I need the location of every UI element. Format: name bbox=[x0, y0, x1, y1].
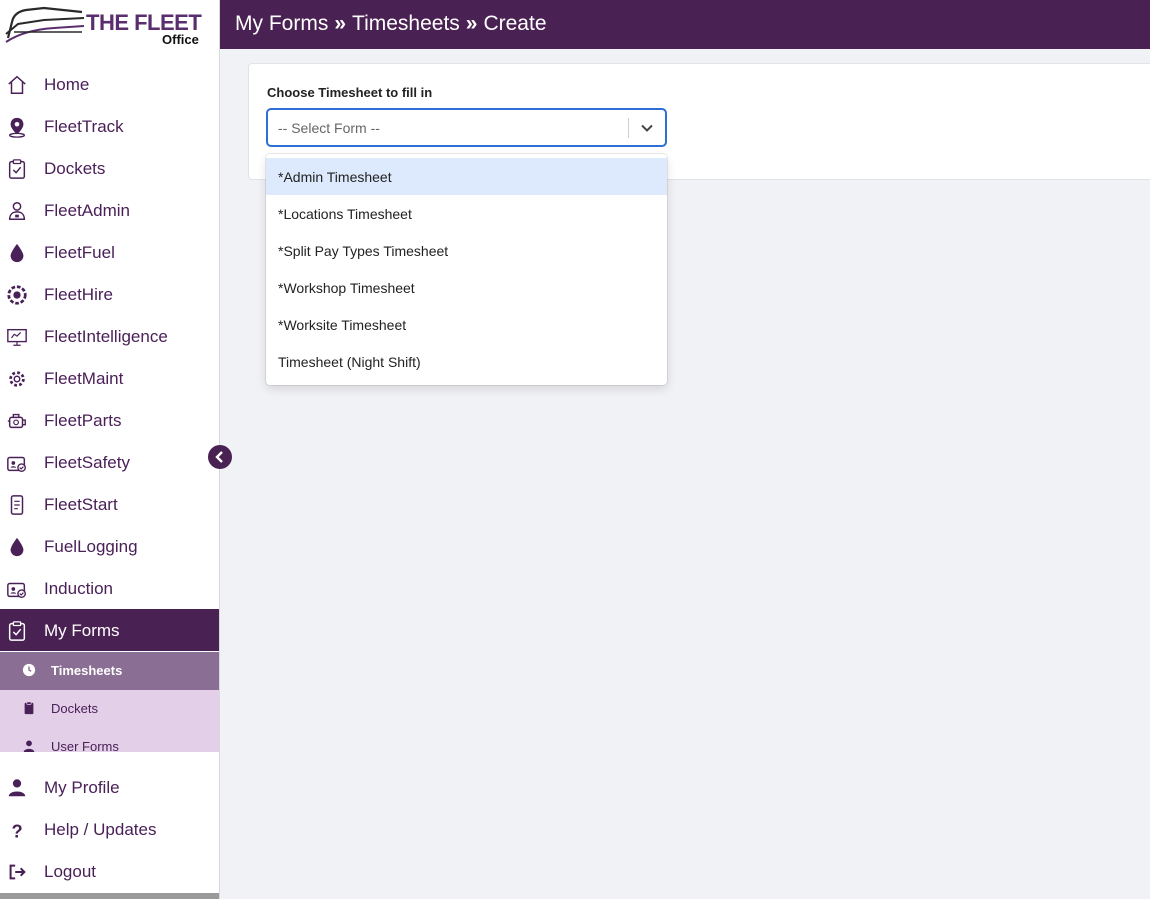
sidebar-item-fuellogging[interactable]: FuelLogging bbox=[0, 525, 219, 567]
clipboard-icon bbox=[24, 701, 34, 715]
truck-logo-icon bbox=[5, 6, 85, 43]
sidebar-item-label: FleetFuel bbox=[44, 243, 115, 262]
logo[interactable]: THE FLEET Office bbox=[0, 0, 219, 55]
dropdown-option[interactable]: *Worksite Timesheet bbox=[266, 306, 667, 343]
sidebar: THE FLEET Office Home FleetTrack Dockets… bbox=[0, 0, 220, 899]
sidebar-item-help-updates[interactable]: ? Help / Updates bbox=[0, 808, 219, 850]
chevron-left-icon bbox=[215, 451, 223, 463]
sidebar-footer-bar bbox=[0, 893, 219, 899]
sidebar-item-my-forms[interactable]: My Forms bbox=[0, 609, 219, 651]
breadcrumb: My Forms» Timesheets» Create bbox=[235, 12, 547, 36]
submenu-item-label: Dockets bbox=[51, 701, 98, 716]
user-icon bbox=[8, 779, 26, 797]
submenu-item-timesheets[interactable]: Timesheets bbox=[0, 652, 219, 690]
sidebar-item-logout[interactable]: Logout bbox=[0, 850, 219, 892]
sidebar-item-label: FleetSafety bbox=[44, 453, 130, 472]
sidebar-collapse-button[interactable] bbox=[208, 445, 232, 469]
submenu-item-label: User Forms bbox=[51, 739, 119, 752]
fuel-drop-icon bbox=[10, 537, 24, 557]
sidebar-item-label: FleetHire bbox=[44, 285, 113, 304]
gear-icon bbox=[9, 371, 25, 387]
breadcrumb-separator: » bbox=[334, 12, 347, 35]
sidebar-item-label: Dockets bbox=[44, 159, 106, 178]
main-nav: Home FleetTrack Dockets FleetAdmin Fleet… bbox=[0, 63, 219, 651]
sidebar-item-label: FleetStart bbox=[44, 495, 118, 514]
sidebar-item-fleetadmin[interactable]: FleetAdmin bbox=[0, 189, 219, 231]
logout-icon bbox=[9, 864, 26, 880]
sidebar-item-label: FleetAdmin bbox=[44, 201, 130, 220]
breadcrumb-timesheets[interactable]: Timesheets bbox=[352, 12, 460, 35]
phone-checklist-icon bbox=[10, 495, 24, 515]
clock-icon bbox=[22, 663, 36, 677]
sidebar-item-fleethire[interactable]: FleetHire bbox=[0, 273, 219, 315]
user-admin-icon bbox=[8, 202, 26, 220]
user-icon bbox=[23, 740, 35, 752]
sidebar-item-label: My Profile bbox=[44, 778, 120, 797]
clipboard-check-icon bbox=[8, 159, 26, 179]
engine-icon bbox=[7, 413, 26, 429]
breadcrumb-my-forms[interactable]: My Forms bbox=[235, 12, 328, 35]
submenu-item-user-forms[interactable]: User Forms bbox=[0, 728, 219, 752]
fuel-drop-icon bbox=[10, 243, 24, 263]
hire-badge-icon bbox=[7, 285, 27, 305]
timesheet-dropdown-menu: *Admin Timesheet *Locations Timesheet *S… bbox=[266, 154, 667, 385]
sidebar-item-label: Help / Updates bbox=[44, 820, 157, 839]
clipboard-check-icon bbox=[8, 621, 26, 641]
timesheet-field-label: Choose Timesheet to fill in bbox=[267, 85, 433, 100]
dropdown-option[interactable]: *Split Pay Types Timesheet bbox=[266, 232, 667, 269]
sidebar-item-label: Induction bbox=[44, 579, 113, 598]
sidebar-item-my-profile[interactable]: My Profile bbox=[0, 766, 219, 808]
sidebar-item-fleetmaint[interactable]: FleetMaint bbox=[0, 357, 219, 399]
sidebar-item-label: Home bbox=[44, 75, 90, 94]
select-placeholder: -- Select Form -- bbox=[278, 120, 380, 136]
sidebar-item-fleetparts[interactable]: FleetParts bbox=[0, 399, 219, 441]
sidebar-item-label: FleetTrack bbox=[44, 117, 124, 136]
select-divider bbox=[628, 118, 629, 138]
sidebar-item-fleetfuel[interactable]: FleetFuel bbox=[0, 231, 219, 273]
sidebar-item-label: My Forms bbox=[44, 621, 120, 640]
sidebar-item-dockets[interactable]: Dockets bbox=[0, 147, 219, 189]
timesheet-select[interactable]: -- Select Form -- bbox=[266, 108, 667, 147]
sidebar-item-fleettrack[interactable]: FleetTrack bbox=[0, 105, 219, 147]
breadcrumb-separator: » bbox=[465, 12, 478, 35]
submenu-item-label: Timesheets bbox=[51, 663, 123, 678]
submenu-item-dockets[interactable]: Dockets bbox=[0, 690, 219, 728]
breadcrumb-create: Create bbox=[483, 12, 547, 35]
dropdown-option[interactable]: *Admin Timesheet bbox=[266, 158, 667, 195]
question-icon: ? bbox=[12, 820, 23, 841]
dropdown-option[interactable]: *Workshop Timesheet bbox=[266, 269, 667, 306]
location-pin-icon bbox=[9, 117, 25, 138]
sidebar-item-label: FleetParts bbox=[44, 411, 122, 430]
sidebar-item-home[interactable]: Home bbox=[0, 63, 219, 105]
id-card-icon bbox=[7, 582, 26, 598]
sidebar-item-label: FleetIntelligence bbox=[44, 327, 168, 346]
sidebar-item-label: FuelLogging bbox=[44, 537, 138, 556]
dropdown-option[interactable]: *Locations Timesheet bbox=[266, 195, 667, 232]
chevron-down-icon[interactable] bbox=[640, 121, 654, 135]
sidebar-item-induction[interactable]: Induction bbox=[0, 567, 219, 609]
sidebar-item-fleetsafety[interactable]: FleetSafety bbox=[0, 441, 219, 483]
bottom-nav: My Profile ? Help / Updates Logout bbox=[0, 766, 219, 892]
logo-subtitle: Office bbox=[162, 32, 199, 47]
id-card-icon bbox=[7, 456, 26, 472]
sidebar-item-label: FleetMaint bbox=[44, 369, 124, 388]
sidebar-item-fleetintelligence[interactable]: FleetIntelligence bbox=[0, 315, 219, 357]
sidebar-item-fleetstart[interactable]: FleetStart bbox=[0, 483, 219, 525]
presentation-icon bbox=[7, 328, 27, 346]
home-icon bbox=[8, 75, 26, 94]
my-forms-submenu: Timesheets Dockets User Forms bbox=[0, 652, 219, 752]
page-header: My Forms» Timesheets» Create bbox=[220, 0, 1150, 49]
dropdown-option[interactable]: Timesheet (Night Shift) bbox=[266, 343, 667, 380]
svg-text:?: ? bbox=[12, 820, 23, 841]
sidebar-item-label: Logout bbox=[44, 862, 96, 881]
